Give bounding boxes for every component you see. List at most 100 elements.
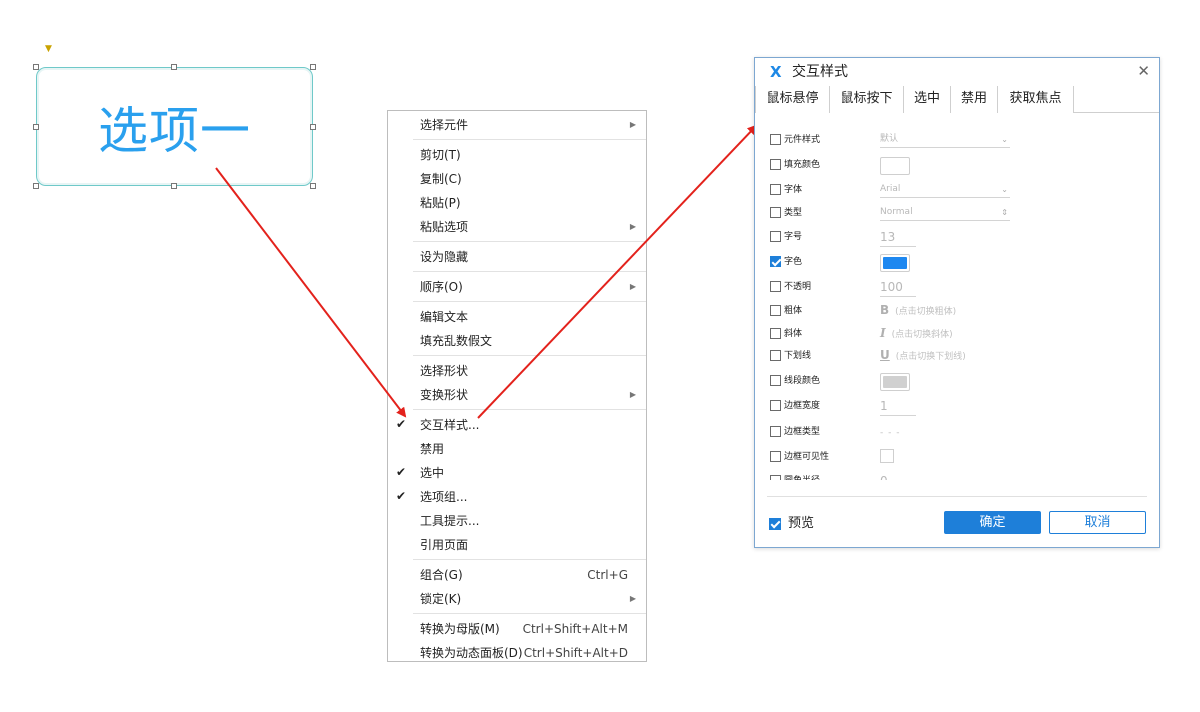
menu-item[interactable]: 选择形状 bbox=[388, 359, 646, 383]
property-input[interactable]: 1 bbox=[880, 398, 916, 416]
menu-item[interactable]: 填充乱数假文 bbox=[388, 329, 646, 353]
menu-item-shortcut: Ctrl+Shift+Alt+D bbox=[523, 646, 628, 660]
toggle-9[interactable]: U (点击切换下划线) bbox=[880, 348, 966, 364]
property-row: 填充颜色 bbox=[755, 155, 1159, 177]
property-input[interactable]: 0 bbox=[880, 473, 916, 480]
property-row: 圆角半径 0 bbox=[755, 471, 1159, 480]
menu-item[interactable]: 设为隐藏 bbox=[388, 245, 646, 269]
property-checkbox[interactable] bbox=[770, 207, 781, 218]
tab-0[interactable]: 鼠标悬停 bbox=[755, 86, 830, 113]
property-label: 下划线 bbox=[784, 351, 812, 361]
property-checkbox[interactable] bbox=[770, 231, 781, 242]
property-label: 斜体 bbox=[784, 329, 803, 339]
menu-separator bbox=[413, 241, 646, 242]
menu-item-label: 交互样式... bbox=[420, 418, 480, 432]
menu-item[interactable]: 剪切(T) bbox=[388, 143, 646, 167]
menu-item-label: 编辑文本 bbox=[420, 310, 469, 324]
resize-handle-bottom-left[interactable] bbox=[33, 183, 39, 189]
menu-item[interactable]: 粘贴选项 ▶ bbox=[388, 215, 646, 239]
resize-handle-right[interactable] bbox=[310, 124, 316, 130]
resize-handle-top[interactable] bbox=[171, 64, 177, 70]
property-checkbox[interactable] bbox=[770, 328, 781, 339]
menu-item[interactable]: ✔ 交互样式... bbox=[388, 413, 646, 437]
close-icon[interactable]: ✕ bbox=[1137, 63, 1150, 79]
swatch-fill bbox=[883, 376, 907, 388]
resize-handle-top-left[interactable] bbox=[33, 64, 39, 70]
property-row: 下划线 U (点击切换下划线) bbox=[755, 346, 1159, 368]
menu-item[interactable]: 顺序(O) ▶ bbox=[388, 275, 646, 299]
widget-label: 选项一 bbox=[98, 101, 251, 160]
tab-2[interactable]: 选中 bbox=[904, 86, 951, 113]
property-checkbox[interactable] bbox=[770, 451, 781, 462]
tab-1[interactable]: 鼠标按下 bbox=[830, 86, 904, 113]
menu-item[interactable]: 粘贴(P) bbox=[388, 191, 646, 215]
preview-checkbox[interactable] bbox=[769, 518, 781, 530]
menu-item[interactable]: ✔ 选项组... bbox=[388, 485, 646, 509]
tab-3[interactable]: 禁用 bbox=[951, 86, 998, 113]
tab-4[interactable]: 获取焦点 bbox=[998, 86, 1074, 113]
select-value: Normal bbox=[880, 207, 913, 217]
property-checkbox[interactable] bbox=[770, 256, 781, 267]
property-checkbox[interactable] bbox=[770, 475, 781, 480]
property-checkbox[interactable] bbox=[770, 305, 781, 316]
menu-item[interactable]: 引用页面 bbox=[388, 533, 646, 557]
menu-item[interactable]: 工具提示... bbox=[388, 509, 646, 533]
property-input[interactable]: 13 bbox=[880, 229, 916, 247]
toggle-8[interactable]: I (点击切换斜体) bbox=[880, 326, 953, 342]
menu-item-label: 剪切(T) bbox=[420, 148, 461, 162]
property-checkbox[interactable] bbox=[770, 375, 781, 386]
menu-item[interactable]: 转换为母版(M) Ctrl+Shift+Alt+M bbox=[388, 617, 646, 641]
radio-option-widget[interactable]: 选项一 bbox=[36, 67, 313, 186]
menu-item[interactable]: ✔ 选中 bbox=[388, 461, 646, 485]
toggle-hint: (点击切换斜体) bbox=[891, 330, 953, 340]
toggle-7[interactable]: B (点击切换粗体) bbox=[880, 303, 956, 319]
menu-separator bbox=[413, 559, 646, 560]
property-input[interactable]: 100 bbox=[880, 279, 916, 297]
border-style-picker[interactable]: - - - bbox=[880, 428, 900, 438]
property-checkbox[interactable] bbox=[770, 159, 781, 170]
property-checkbox[interactable] bbox=[770, 281, 781, 292]
menu-item[interactable]: 变换形状 ▶ bbox=[388, 383, 646, 407]
menu-item[interactable]: 转换为动态面板(D) Ctrl+Shift+Alt+D bbox=[388, 641, 646, 665]
arrow-widget-to-menu bbox=[215, 167, 407, 418]
resize-handle-left[interactable] bbox=[33, 124, 39, 130]
menu-separator bbox=[413, 355, 646, 356]
property-select[interactable]: Normal ⇕ bbox=[880, 205, 1010, 221]
color-swatch[interactable] bbox=[880, 157, 910, 175]
color-swatch[interactable] bbox=[880, 254, 910, 272]
property-checkbox[interactable] bbox=[770, 134, 781, 145]
property-checkbox[interactable] bbox=[770, 350, 781, 361]
menu-item-label: 复制(C) bbox=[420, 172, 462, 186]
property-select[interactable]: 默认 ⌄ bbox=[880, 132, 1010, 148]
cancel-button[interactable]: 取消 bbox=[1049, 511, 1146, 534]
color-swatch[interactable] bbox=[880, 373, 910, 391]
menu-item[interactable]: 选择元件 ▶ bbox=[388, 113, 646, 137]
menu-separator bbox=[413, 271, 646, 272]
menu-separator bbox=[413, 613, 646, 614]
property-checkbox[interactable] bbox=[770, 184, 781, 195]
property-row: 字体 Arial ⌄ bbox=[755, 180, 1159, 202]
menu-item[interactable]: 编辑文本 bbox=[388, 305, 646, 329]
property-row: 不透明 100 bbox=[755, 277, 1159, 299]
menu-item[interactable]: 禁用 bbox=[388, 437, 646, 461]
border-visibility-picker[interactable] bbox=[880, 449, 894, 463]
resize-handle-bottom-right[interactable] bbox=[310, 183, 316, 189]
property-list: 元件样式 默认 ⌄ 填充颜色 字体 Arial ⌄ 类型 Normal ⇕ 字号 13 字色 不透明 100… bbox=[755, 114, 1159, 480]
property-checkbox[interactable] bbox=[770, 426, 781, 437]
select-value: Arial bbox=[880, 184, 901, 194]
property-row: 字号 13 bbox=[755, 227, 1159, 249]
menu-item-label: 转换为动态面板(D) bbox=[420, 646, 523, 660]
menu-item-label: 变换形状 bbox=[420, 388, 469, 402]
menu-item[interactable]: 锁定(K) ▶ bbox=[388, 587, 646, 611]
chevron-down-icon: ⌄ bbox=[1001, 135, 1008, 144]
property-select[interactable]: Arial ⌄ bbox=[880, 182, 1010, 198]
menu-item-label: 粘贴选项 bbox=[420, 220, 469, 234]
resize-handle-top-right[interactable] bbox=[310, 64, 316, 70]
context-menu: 选择元件 ▶ 剪切(T) 复制(C) 粘贴(P) 粘贴选项 ▶ 设为隐藏顺序(O) ▶ 编辑文本填… bbox=[387, 110, 647, 662]
resize-handle-bottom[interactable] bbox=[171, 183, 177, 189]
menu-item[interactable]: 复制(C) bbox=[388, 167, 646, 191]
property-checkbox[interactable] bbox=[770, 400, 781, 411]
ok-button[interactable]: 确定 bbox=[944, 511, 1041, 534]
menu-item[interactable]: 组合(G) Ctrl+G bbox=[388, 563, 646, 587]
property-row: 边框宽度 1 bbox=[755, 396, 1159, 418]
